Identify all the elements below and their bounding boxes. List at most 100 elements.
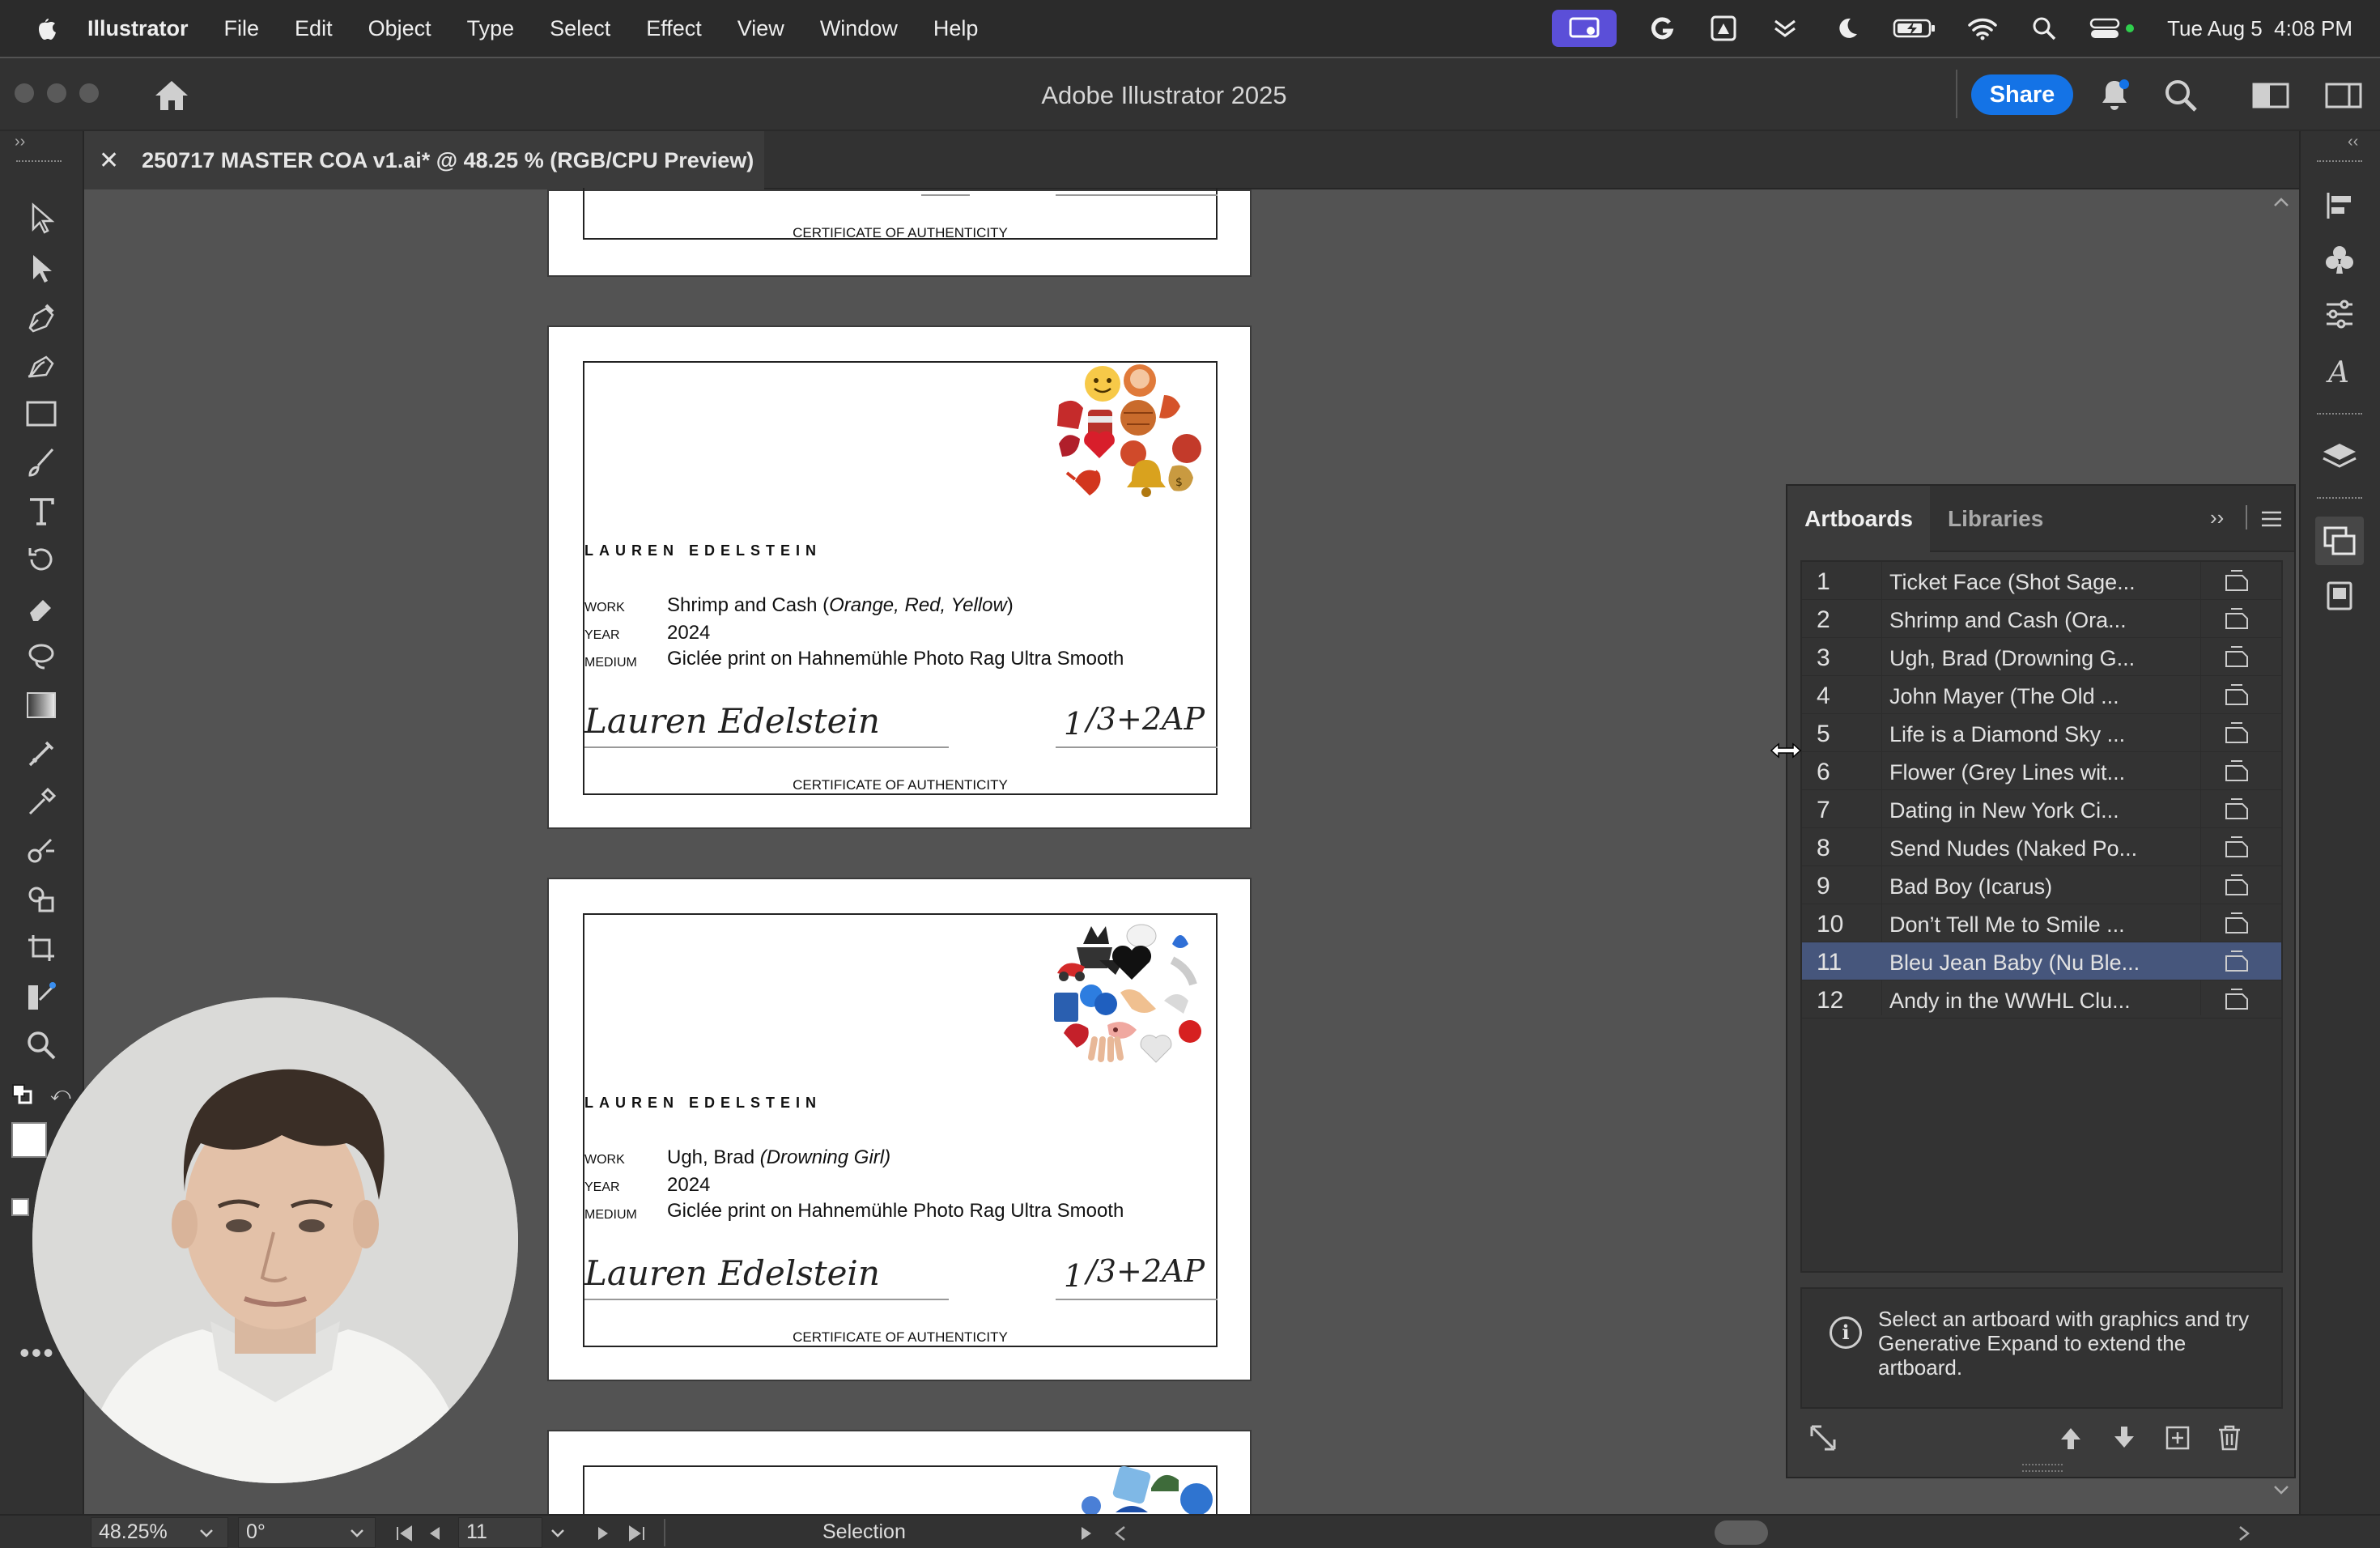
artboard-options-icon[interactable] <box>2225 950 2249 972</box>
eyedropper-tool-icon[interactable] <box>23 784 60 821</box>
rotate-tool-icon[interactable] <box>23 541 60 578</box>
list-item[interactable]: 10 Don’t Tell Me to Smile ... <box>1802 904 2281 942</box>
new-artboard-icon[interactable] <box>2161 1422 2194 1454</box>
drive-icon[interactable] <box>1707 12 1740 45</box>
menu-view[interactable]: View <box>737 16 784 41</box>
artboard-name[interactable]: Life is a Diamond Sky ... <box>1889 722 2125 747</box>
rectangle-tool-icon[interactable] <box>23 395 60 432</box>
search-icon[interactable] <box>2163 78 2199 113</box>
selection-tool-icon[interactable] <box>23 199 60 236</box>
move-up-icon[interactable] <box>2055 1422 2087 1454</box>
wifi-icon[interactable] <box>1966 12 1999 45</box>
apple-icon[interactable] <box>31 14 57 43</box>
first-artboard-icon[interactable] <box>395 1525 413 1542</box>
previous-artboard-icon[interactable] <box>427 1525 442 1542</box>
chevrons-down-icon[interactable] <box>1769 12 1801 45</box>
status-menu-arrow-icon[interactable] <box>1080 1525 1093 1542</box>
artboard-name[interactable]: Ugh, Brad (Drowning G... <box>1889 646 2135 671</box>
paintbrush-tool-icon[interactable] <box>23 444 60 481</box>
menu-help[interactable]: Help <box>933 16 979 41</box>
workspace-switcher-icon[interactable] <box>2252 81 2289 110</box>
artboard-name[interactable]: Ticket Face (Shot Sage... <box>1889 570 2136 595</box>
slice-tool-icon[interactable] <box>23 978 60 1015</box>
spotlight-icon[interactable] <box>2028 12 2060 45</box>
artboard-options-icon[interactable] <box>2225 836 2249 858</box>
artboard-name[interactable]: Bad Boy (Icarus) <box>1889 874 2052 899</box>
artboard-name[interactable]: Shrimp and Cash (Ora... <box>1889 608 2127 633</box>
character-panel-icon[interactable]: A <box>2318 350 2361 392</box>
list-item[interactable]: 3 Ugh, Brad (Drowning G... <box>1802 638 2281 676</box>
menu-select[interactable]: Select <box>550 16 610 41</box>
list-item[interactable]: 8 Send Nudes (Naked Po... <box>1802 828 2281 866</box>
list-item[interactable]: 4 John Mayer (The Old ... <box>1802 676 2281 714</box>
menu-type[interactable]: Type <box>467 16 515 41</box>
panel-resize-grip[interactable] <box>2022 1464 2063 1472</box>
default-fill-stroke-icon[interactable] <box>11 1083 32 1104</box>
pen-tool-icon[interactable] <box>23 298 60 335</box>
menu-bar-clock[interactable]: Tue Aug 5 4:08 PM <box>2167 16 2352 41</box>
lasso-tool-icon[interactable] <box>23 638 60 675</box>
symbol-sprayer-tool-icon[interactable] <box>23 881 60 918</box>
list-item[interactable]: 6 Flower (Grey Lines wit... <box>1802 752 2281 790</box>
artboard-options-icon[interactable] <box>2225 912 2249 934</box>
gradient-tool-icon[interactable] <box>23 687 60 724</box>
artboard-options-icon[interactable] <box>2225 874 2249 896</box>
list-item[interactable]: 5 Life is a Diamond Sky ... <box>1802 714 2281 752</box>
share-button[interactable]: Share <box>1971 74 2073 115</box>
artboard-name[interactable]: Bleu Jean Baby (Nu Ble... <box>1889 950 2140 976</box>
expand-toolbar-icon[interactable]: ›› <box>15 133 25 151</box>
list-item-selected[interactable]: 11 Bleu Jean Baby (Nu Ble... <box>1802 942 2281 980</box>
artboard-options-icon[interactable] <box>2225 607 2249 630</box>
artboard-tool-icon[interactable] <box>23 929 60 967</box>
screen-recording-icon[interactable] <box>1552 10 1617 47</box>
artboard-options-icon[interactable] <box>2225 721 2249 744</box>
fill-swatch[interactable] <box>11 1122 47 1158</box>
menu-app-name[interactable]: Illustrator <box>87 16 189 41</box>
list-item[interactable]: 1 Ticket Face (Shot Sage... <box>1802 562 2281 600</box>
artboard-options-icon[interactable] <box>2225 569 2249 592</box>
toolbar-grip[interactable] <box>16 160 62 167</box>
artboard-options-icon[interactable] <box>2225 683 2249 706</box>
menu-file[interactable]: File <box>224 16 260 41</box>
artboard-name[interactable]: Send Nudes (Naked Po... <box>1889 836 2137 861</box>
type-tool-icon[interactable] <box>23 492 60 529</box>
moon-icon[interactable] <box>1830 12 1863 45</box>
artboards-panel-icon[interactable] <box>2315 517 2364 565</box>
menu-edit[interactable]: Edit <box>295 16 333 41</box>
next-artboard-icon[interactable] <box>596 1525 610 1542</box>
artboard-options-icon[interactable] <box>2225 645 2249 668</box>
panel-layout-icon[interactable] <box>2325 81 2362 110</box>
direct-selection-tool-icon[interactable] <box>23 249 60 287</box>
collapse-panels-icon[interactable]: ‹‹ <box>2348 133 2358 151</box>
artboard-options-icon[interactable] <box>2225 759 2249 782</box>
list-item[interactable]: 7 Dating in New York Ci... <box>1802 790 2281 828</box>
delete-artboard-icon[interactable] <box>2213 1422 2246 1454</box>
layers-panel-icon[interactable] <box>2318 436 2361 478</box>
artboard-2[interactable]: $ LAUREN EDELSTEIN WORK Shrimp and Cash … <box>547 325 1252 829</box>
menu-effect[interactable]: Effect <box>646 16 702 41</box>
curvature-tool-icon[interactable] <box>23 347 60 384</box>
move-down-icon[interactable] <box>2108 1422 2140 1454</box>
artboard-1[interactable]: CERTIFICATE OF AUTHENTICITY <box>547 188 1252 277</box>
symbols-panel-icon[interactable] <box>2318 238 2361 280</box>
last-artboard-icon[interactable] <box>628 1525 646 1542</box>
grammarly-icon[interactable] <box>1646 12 1678 45</box>
eraser-tool-icon[interactable] <box>23 589 60 627</box>
panel-grip[interactable] <box>2317 160 2362 167</box>
tab-artboards[interactable]: Artboards <box>1787 486 1930 552</box>
artboard-name[interactable]: Dating in New York Ci... <box>1889 798 2119 823</box>
scroll-down-icon[interactable] <box>2273 1485 2289 1496</box>
chevron-down-icon[interactable] <box>350 1529 364 1538</box>
color-mode-icon[interactable] <box>11 1198 29 1216</box>
artboard-name[interactable]: Don’t Tell Me to Smile ... <box>1889 912 2125 938</box>
blend-tool-icon[interactable] <box>23 832 60 870</box>
panel-menu-icon[interactable] <box>2260 510 2283 528</box>
artboard-name[interactable]: Andy in the WWHL Clu... <box>1889 989 2131 1014</box>
align-panel-icon[interactable] <box>2318 185 2361 227</box>
horizontal-scroll-thumb[interactable] <box>1715 1520 1768 1545</box>
control-center-icon[interactable] <box>2089 12 2138 45</box>
notifications-bell-icon[interactable] <box>2098 78 2131 113</box>
scroll-up-icon[interactable] <box>2273 196 2289 207</box>
panel-grip[interactable] <box>2317 413 2362 419</box>
battery-icon[interactable] <box>1892 12 1937 45</box>
